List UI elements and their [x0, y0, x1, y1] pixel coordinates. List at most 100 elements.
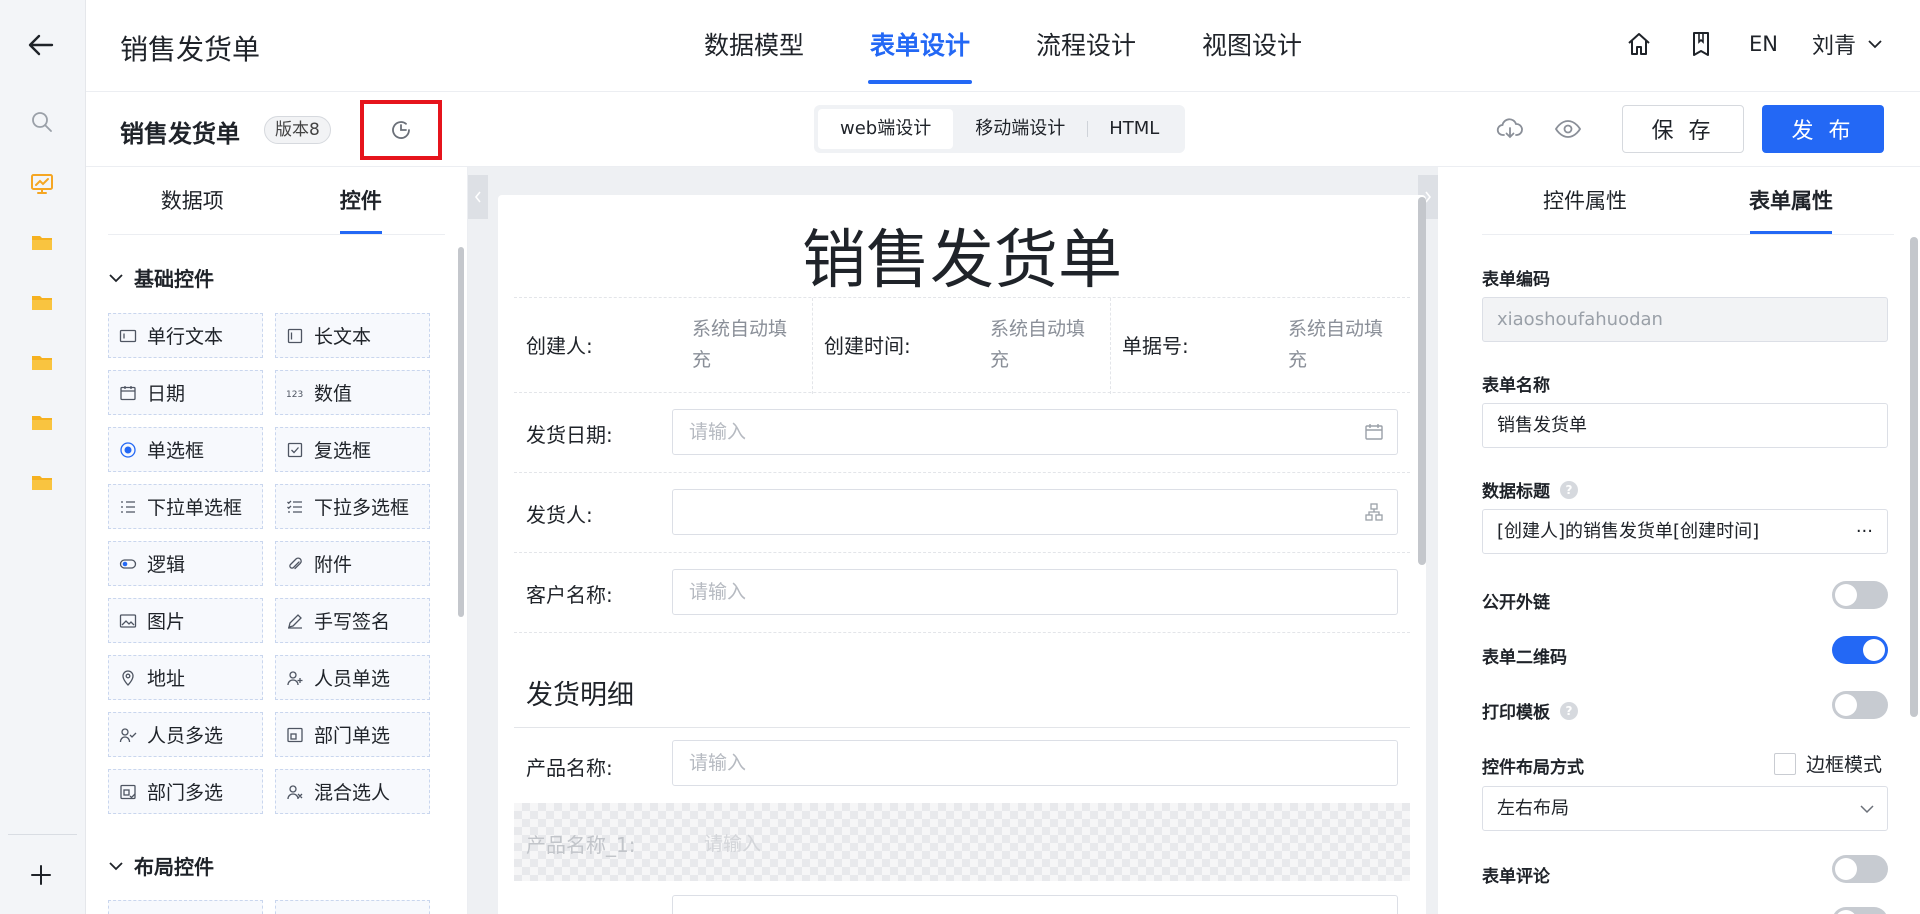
control-attachment[interactable]: 附件: [275, 541, 430, 586]
history-button[interactable]: [360, 100, 442, 160]
number-icon: 123: [286, 390, 303, 400]
mode-html[interactable]: HTML: [1087, 109, 1181, 149]
control-dept-single[interactable]: 部门单选: [275, 712, 430, 757]
subtable-title[interactable]: 发货明细: [526, 673, 634, 712]
partial-toggle[interactable]: [1832, 907, 1888, 914]
header-actions: EN 刘青: [1625, 28, 1884, 60]
folder-icon[interactable]: [30, 290, 54, 314]
meta-doc-number[interactable]: 单据号: 系统自动填充: [1110, 298, 1410, 394]
field-product-name-1-dragging[interactable]: 产品名称_1: 请输入: [514, 803, 1410, 881]
qrcode-label: 表单二维码: [1482, 648, 1567, 668]
chevron-down-icon: [109, 861, 123, 870]
field-product-name[interactable]: 产品名称: 请输入: [514, 728, 1410, 803]
language-switch[interactable]: EN: [1749, 32, 1778, 56]
control-signature[interactable]: 手写签名: [275, 598, 430, 643]
control-dept-multi[interactable]: 部门多选: [108, 769, 263, 814]
canvas-scrollbar[interactable]: [1418, 197, 1426, 565]
checkbox-box: [1774, 752, 1796, 775]
field-shipper[interactable]: 发货人:: [514, 473, 1410, 553]
form-comment-toggle[interactable]: [1832, 855, 1888, 883]
form-name-input[interactable]: 销售发货单: [1482, 403, 1888, 448]
folder-icon[interactable]: [30, 410, 54, 434]
ship-date-input[interactable]: 请输入: [672, 409, 1398, 455]
tab-data-items[interactable]: 数据项: [108, 167, 277, 234]
publish-button[interactable]: 发 布: [1762, 105, 1884, 153]
search-icon[interactable]: [30, 110, 54, 134]
control-image[interactable]: 图片: [108, 598, 263, 643]
qrcode-toggle[interactable]: [1832, 636, 1888, 664]
control-long-text[interactable]: 长文本: [275, 313, 430, 358]
control-date[interactable]: 日期: [108, 370, 263, 415]
section-layout-controls[interactable]: 布局控件: [108, 851, 214, 880]
control-checkbox[interactable]: 复选框: [275, 427, 430, 472]
dashboard-icon[interactable]: [30, 172, 54, 196]
chevron-down-icon: [1860, 805, 1874, 814]
border-mode-checkbox[interactable]: 边框模式: [1774, 750, 1882, 777]
form-title[interactable]: 销售发货单: [498, 209, 1426, 301]
right-scrollbar[interactable]: [1910, 237, 1918, 717]
shipper-input[interactable]: [672, 489, 1398, 535]
folder-icon[interactable]: [30, 350, 54, 374]
tab-data-model[interactable]: 数据模型: [702, 0, 806, 92]
toolbar-actions: 保 存 发 布: [1496, 105, 1884, 153]
location-icon: [122, 669, 134, 686]
plus-icon[interactable]: [28, 862, 54, 888]
section-basic-title: 基础控件: [134, 267, 214, 291]
more-options-icon[interactable]: ···: [1856, 510, 1873, 553]
layout-control-partial[interactable]: [108, 900, 263, 914]
meta-creator[interactable]: 创建人: 系统自动填充: [514, 298, 812, 394]
tab-controls[interactable]: 控件: [277, 167, 446, 234]
tab-form-design[interactable]: 表单设计: [867, 0, 973, 92]
print-template-label-row: 打印模板 ?: [1482, 698, 1578, 723]
control-number[interactable]: 123 数值: [275, 370, 430, 415]
control-single-line-text[interactable]: 单行文本: [108, 313, 263, 358]
tab-view-design[interactable]: 视图设计: [1200, 0, 1304, 92]
tab-process-design[interactable]: 流程设计: [1034, 0, 1138, 92]
mode-mobile[interactable]: 移动端设计: [953, 109, 1087, 149]
control-logic[interactable]: 逻辑: [108, 541, 263, 586]
product-name-input[interactable]: 请输入: [672, 740, 1398, 786]
customer-name-input[interactable]: 请输入: [672, 569, 1398, 615]
user-menu[interactable]: 刘青: [1812, 28, 1884, 60]
control-radio[interactable]: 单选框: [108, 427, 263, 472]
back-arrow-icon[interactable]: [26, 30, 56, 60]
control-user-multi[interactable]: 人员多选: [108, 712, 263, 757]
data-title-input[interactable]: [创建人]的销售发货单[创建时间] ···: [1482, 509, 1888, 554]
control-dropdown-multi[interactable]: 下拉多选框: [275, 484, 430, 529]
control-dropdown-single[interactable]: 下拉单选框: [108, 484, 263, 529]
tab-form-properties[interactable]: 表单属性: [1688, 167, 1894, 234]
user-name: 刘青: [1811, 34, 1856, 59]
layout-control-partial[interactable]: [275, 900, 430, 914]
public-link-toggle[interactable]: [1832, 581, 1888, 609]
tab-control-properties[interactable]: 控件属性: [1482, 167, 1688, 234]
svg-text:123: 123: [286, 390, 303, 400]
meta-created-time[interactable]: 创建时间: 系统自动填充: [812, 298, 1110, 394]
layout-select[interactable]: 左右布局: [1482, 786, 1888, 831]
cloud-download-icon[interactable]: [1496, 115, 1524, 143]
help-icon[interactable]: ?: [1560, 701, 1578, 720]
help-icon[interactable]: ?: [1560, 480, 1578, 499]
book-icon[interactable]: [1687, 30, 1715, 58]
chevron-down-icon: [1868, 40, 1882, 49]
layout-select-value: 左右布局: [1497, 798, 1569, 819]
user-add-icon: [287, 670, 303, 685]
partial-input[interactable]: [672, 895, 1398, 914]
preview-eye-icon[interactable]: [1554, 115, 1582, 143]
field-partial: [514, 881, 1410, 914]
folder-icon[interactable]: [30, 230, 54, 254]
left-panel-tabs: 数据项 控件: [108, 167, 445, 235]
save-button[interactable]: 保 存: [1622, 105, 1744, 153]
mode-web[interactable]: web端设计: [818, 109, 954, 149]
control-address[interactable]: 地址: [108, 655, 263, 700]
folder-icon[interactable]: [30, 470, 54, 494]
control-user-single[interactable]: 人员单选: [275, 655, 430, 700]
collapse-left-button[interactable]: [468, 175, 488, 219]
field-ship-date[interactable]: 发货日期: 请输入: [514, 393, 1410, 473]
control-user-mixed[interactable]: 混合选人: [275, 769, 430, 814]
section-basic-controls[interactable]: 基础控件: [108, 263, 214, 292]
left-scrollbar[interactable]: [458, 247, 464, 617]
dept-icon: [287, 727, 303, 742]
home-icon[interactable]: [1625, 30, 1653, 58]
print-template-toggle[interactable]: [1832, 691, 1888, 719]
field-customer-name[interactable]: 客户名称: 请输入: [514, 553, 1410, 633]
